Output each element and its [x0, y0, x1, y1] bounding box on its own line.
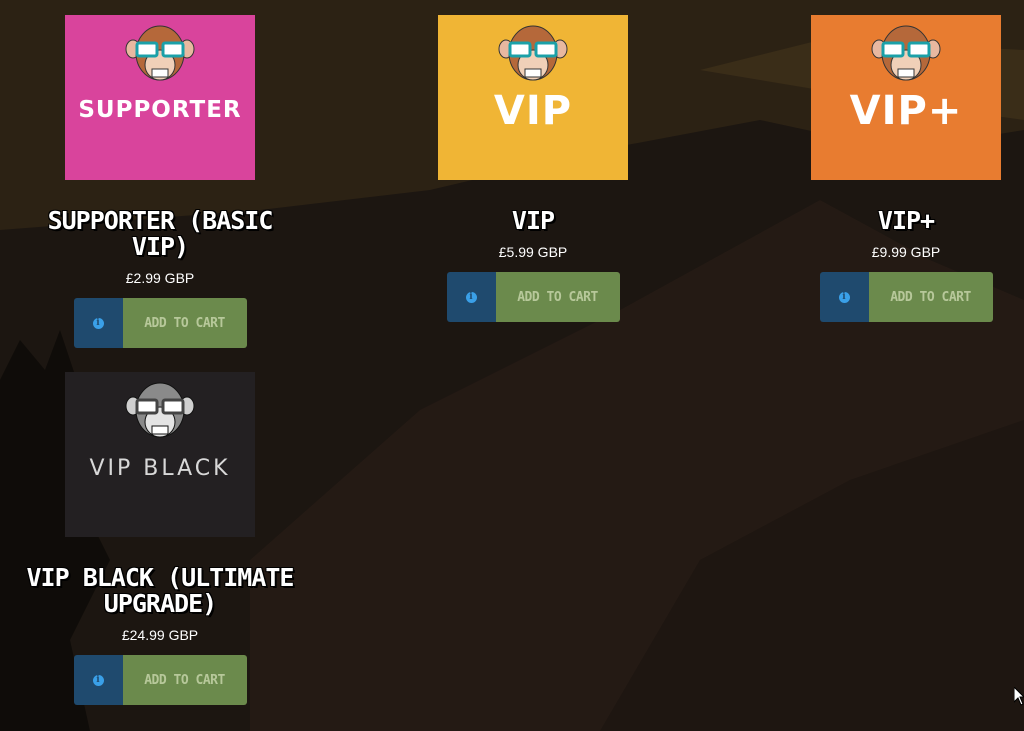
product-title: VIP — [511, 206, 555, 235]
monkey-glasses-icon — [871, 25, 941, 81]
info-circle-icon: i — [465, 291, 477, 303]
product-actions: i ADD TO CART — [819, 272, 993, 322]
product-actions: i ADD TO CART — [73, 655, 247, 705]
info-circle-icon: i — [92, 674, 104, 686]
product-card-vip-black: VIP BLACK VIP BLACK (ULTIMATE UPGRADE) £… — [15, 372, 305, 705]
product-image-label: SUPPORTER — [78, 97, 242, 123]
product-title: SUPPORTER (BASIC VIP) — [47, 206, 274, 261]
info-button[interactable]: i — [819, 272, 869, 322]
product-image-label: VIP BLACK — [89, 456, 231, 481]
mouse-pointer-icon — [1014, 687, 1024, 706]
monkey-glasses-icon — [125, 382, 195, 438]
monkey-glasses-icon — [125, 25, 195, 81]
product-card-vip: VIP VIP £5.99 GBP i ADD TO CART — [388, 15, 678, 322]
product-image-vip-plus[interactable]: VIP+ — [811, 15, 1001, 180]
add-to-cart-button[interactable]: ADD TO CART — [868, 272, 993, 322]
product-price: £2.99 GBP — [125, 270, 195, 286]
info-button[interactable]: i — [446, 272, 496, 322]
info-button[interactable]: i — [73, 655, 123, 705]
product-image-label: VIP — [493, 88, 573, 134]
product-card-supporter: SUPPORTER SUPPORTER (BASIC VIP) £2.99 GB… — [15, 15, 305, 348]
product-actions: i ADD TO CART — [446, 272, 620, 322]
add-to-cart-button[interactable]: ADD TO CART — [495, 272, 620, 322]
product-actions: i ADD TO CART — [73, 298, 247, 348]
add-to-cart-button[interactable]: ADD TO CART — [122, 298, 247, 348]
info-circle-icon: i — [92, 317, 104, 329]
product-price: £9.99 GBP — [871, 244, 941, 260]
product-card-vip-plus: VIP+ VIP+ £9.99 GBP i ADD TO CART — [761, 15, 1024, 322]
info-circle-icon: i — [838, 291, 850, 303]
product-title: VIP+ — [877, 206, 935, 235]
product-price: £5.99 GBP — [498, 244, 568, 260]
product-image-label: VIP+ — [849, 88, 963, 134]
info-button[interactable]: i — [73, 298, 123, 348]
product-title: VIP BLACK (ULTIMATE UPGRADE) — [26, 563, 295, 618]
product-price: £24.99 GBP — [121, 627, 199, 643]
monkey-glasses-icon — [498, 25, 568, 81]
add-to-cart-button[interactable]: ADD TO CART — [122, 655, 247, 705]
product-image-vip[interactable]: VIP — [438, 15, 628, 180]
product-image-supporter[interactable]: SUPPORTER — [65, 15, 255, 180]
product-image-vip-black[interactable]: VIP BLACK — [65, 372, 255, 537]
